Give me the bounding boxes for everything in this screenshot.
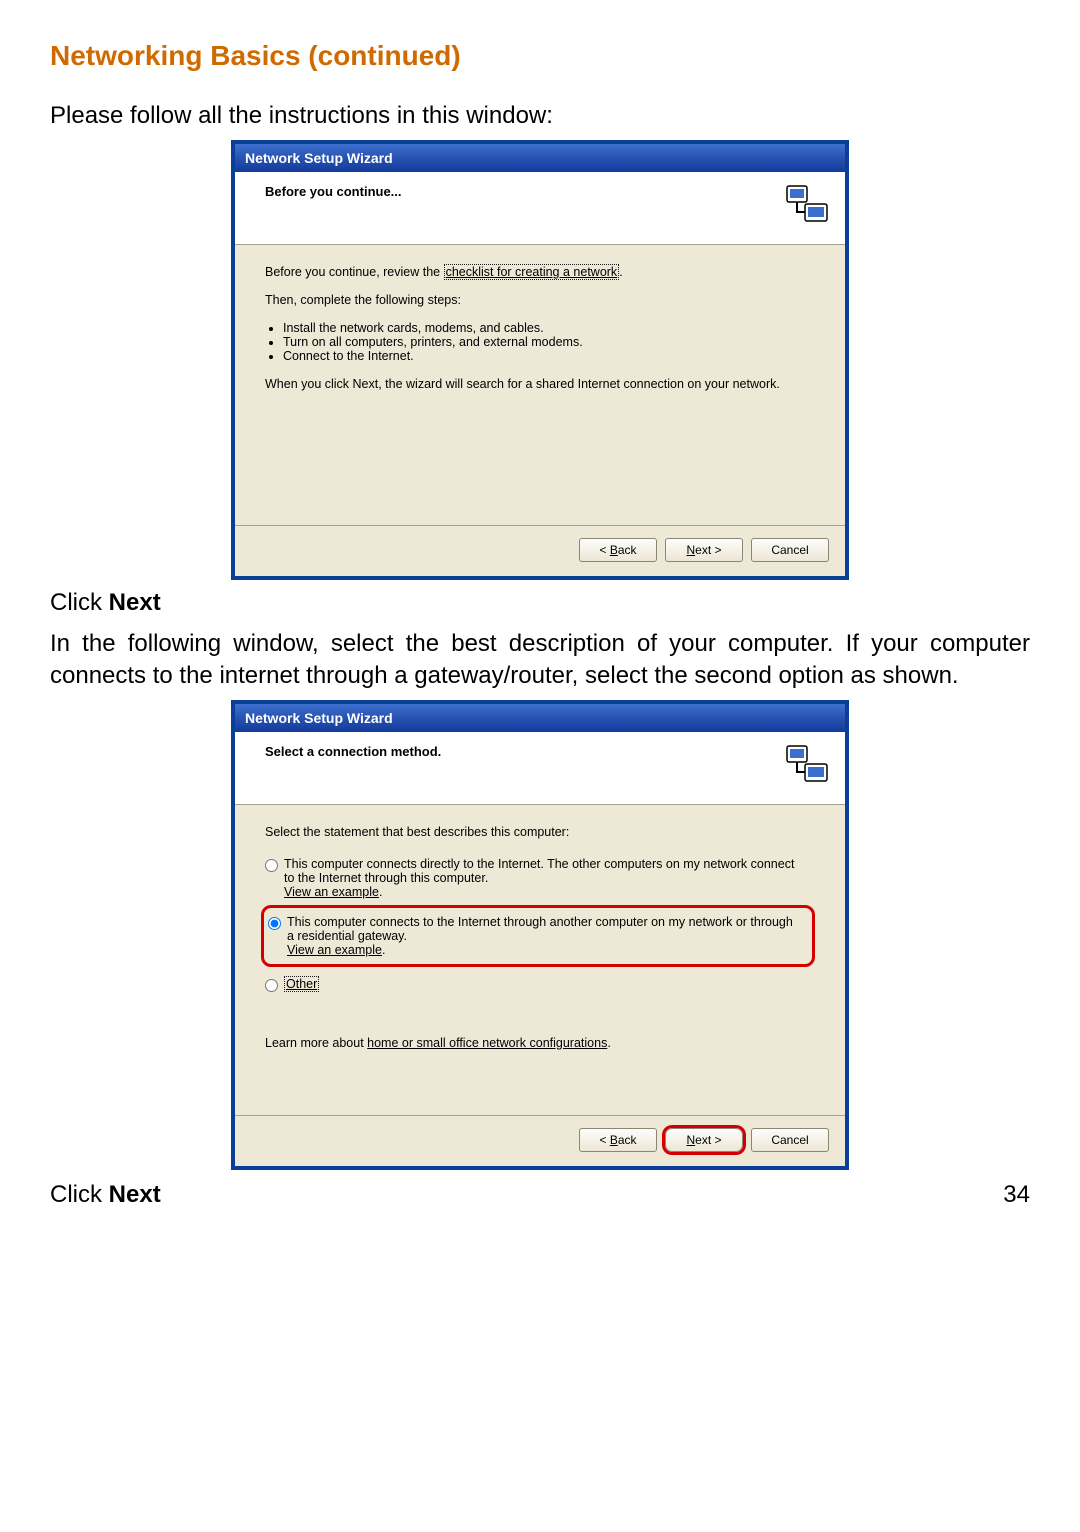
- back-button[interactable]: < Back: [579, 538, 657, 562]
- checklist-link[interactable]: checklist for creating a network: [444, 264, 620, 280]
- body-text: Then, complete the following steps:: [265, 293, 815, 307]
- paragraph-2: In the following window, select the best…: [50, 628, 1030, 690]
- click-next-2: Click Next: [50, 1179, 161, 1210]
- step-item: Connect to the Internet.: [283, 349, 815, 363]
- learn-more-text: .: [607, 1036, 610, 1050]
- body-text: When you click Next, the wizard will sea…: [265, 377, 815, 391]
- titlebar: Network Setup Wizard: [235, 144, 845, 172]
- network-icon: [785, 182, 831, 228]
- label-bold: Next: [109, 1181, 161, 1208]
- step-item: Turn on all computers, printers, and ext…: [283, 335, 815, 349]
- label-bold: Next: [109, 589, 161, 616]
- learn-more-text: Learn more about: [265, 1036, 367, 1050]
- wizard-header-title: Before you continue...: [265, 184, 402, 199]
- wizard-header-title: Select a connection method.: [265, 744, 441, 759]
- step-item: Install the network cards, modems, and c…: [283, 321, 815, 335]
- network-icon: [785, 742, 831, 788]
- label: Click: [50, 589, 109, 616]
- body-text: .: [619, 265, 622, 279]
- titlebar: Network Setup Wizard: [235, 704, 845, 732]
- radio-option-gateway[interactable]: This computer connects to the Internet t…: [268, 911, 804, 961]
- cancel-button[interactable]: Cancel: [751, 1128, 829, 1152]
- button-row: < Back Next > Cancel: [235, 525, 845, 576]
- wizard-body: Before you continue, review the checklis…: [235, 245, 845, 525]
- wizard-body: Select the statement that best describes…: [235, 805, 845, 1115]
- radio-input[interactable]: [265, 979, 278, 992]
- view-example-link[interactable]: View an example: [287, 943, 382, 957]
- highlight-selected-option: This computer connects to the Internet t…: [261, 905, 815, 967]
- body-text: Before you continue, review the: [265, 265, 444, 279]
- wizard-header: Before you continue...: [235, 172, 845, 245]
- page-heading: Networking Basics (continued): [50, 40, 1030, 72]
- learn-more-link[interactable]: home or small office network configurati…: [367, 1036, 607, 1050]
- wizard-select-connection: Network Setup Wizard Select a connection…: [232, 701, 848, 1169]
- label: Click: [50, 1181, 109, 1208]
- radio-label: This computer connects directly to the I…: [284, 857, 794, 885]
- wizard-before-you-continue: Network Setup Wizard Before you continue…: [232, 141, 848, 579]
- radio-option-direct[interactable]: This computer connects directly to the I…: [265, 853, 815, 903]
- radio-input[interactable]: [265, 859, 278, 872]
- next-button[interactable]: Next >: [665, 538, 743, 562]
- radio-option-other[interactable]: Other: [265, 973, 815, 996]
- radio-input[interactable]: [268, 917, 281, 930]
- page-number: 34: [1003, 1181, 1030, 1209]
- click-next-1: Click Next: [50, 587, 1030, 618]
- body-text: Select the statement that best describes…: [265, 825, 815, 839]
- view-example-link[interactable]: View an example: [284, 885, 379, 899]
- next-button[interactable]: Next >: [665, 1128, 743, 1152]
- radio-label: This computer connects to the Internet t…: [287, 915, 793, 943]
- wizard-header: Select a connection method.: [235, 732, 845, 805]
- intro-text: Please follow all the instructions in th…: [50, 100, 1030, 131]
- radio-label: Other: [284, 976, 319, 992]
- back-button[interactable]: < Back: [579, 1128, 657, 1152]
- cancel-button[interactable]: Cancel: [751, 538, 829, 562]
- button-row: < Back Next > Cancel: [235, 1115, 845, 1166]
